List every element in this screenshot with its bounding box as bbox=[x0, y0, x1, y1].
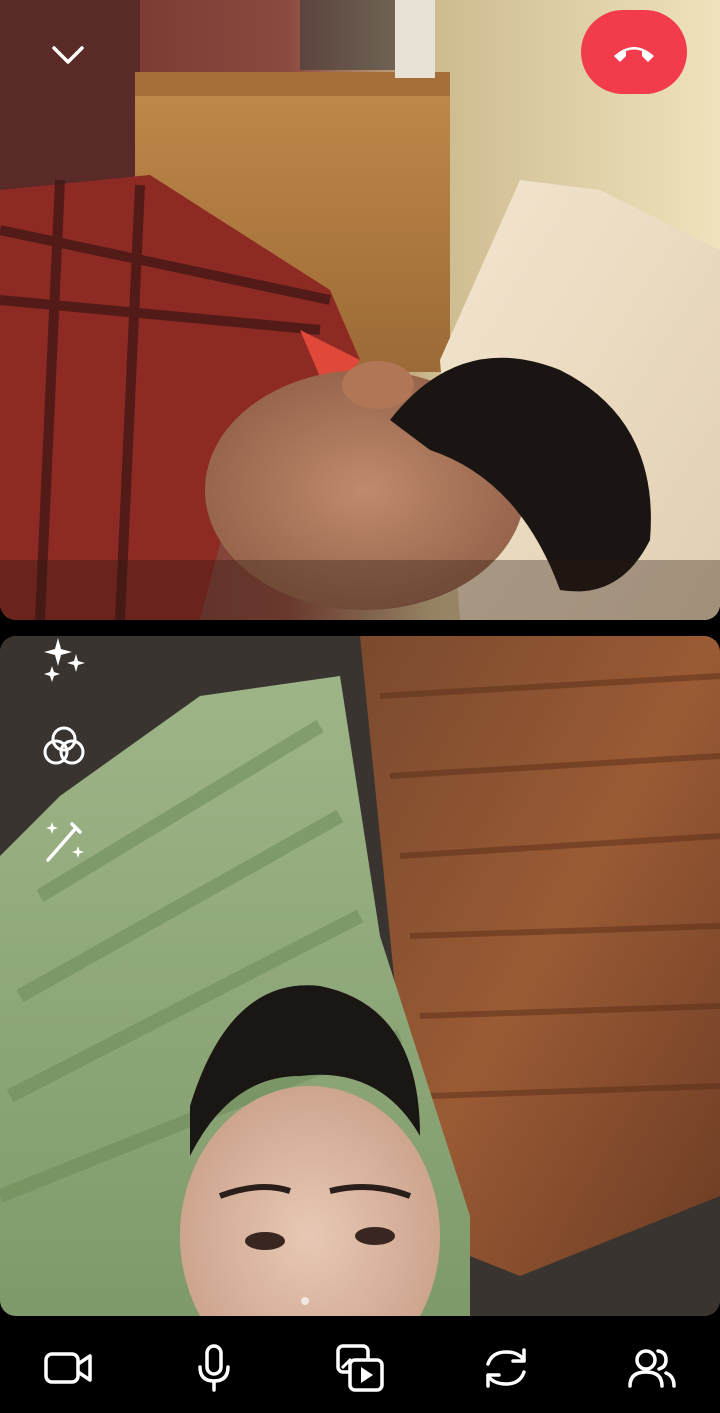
self-video-image bbox=[0, 636, 720, 1316]
collapse-button[interactable] bbox=[40, 30, 96, 78]
flip-camera-icon bbox=[486, 1348, 526, 1388]
participants-icon bbox=[628, 1349, 676, 1388]
magic-wand-icon bbox=[46, 822, 84, 862]
remote-video-image bbox=[0, 0, 720, 620]
microphone-icon bbox=[198, 1344, 230, 1392]
end-call-button[interactable] bbox=[581, 10, 687, 94]
magic-wand-button[interactable] bbox=[30, 810, 98, 870]
filters-icon bbox=[43, 726, 85, 765]
call-controls-bar bbox=[0, 1318, 720, 1413]
sparkles-icon bbox=[44, 638, 85, 682]
remote-video-feed bbox=[0, 0, 720, 620]
media-share-button[interactable] bbox=[328, 1338, 392, 1398]
video-camera-icon bbox=[44, 1352, 92, 1384]
media-share-icon bbox=[336, 1344, 384, 1392]
participants-button[interactable] bbox=[620, 1338, 684, 1398]
phone-hangup-icon bbox=[614, 47, 654, 62]
microphone-toggle-button[interactable] bbox=[182, 1338, 246, 1398]
video-call-screen bbox=[0, 0, 720, 1413]
chevron-down-icon bbox=[52, 46, 84, 64]
effects-sparkles-button[interactable] bbox=[30, 636, 98, 690]
self-video-feed bbox=[0, 636, 720, 1316]
camera-toggle-button[interactable] bbox=[36, 1338, 100, 1398]
flip-camera-button[interactable] bbox=[474, 1338, 538, 1398]
filters-button[interactable] bbox=[30, 716, 98, 776]
